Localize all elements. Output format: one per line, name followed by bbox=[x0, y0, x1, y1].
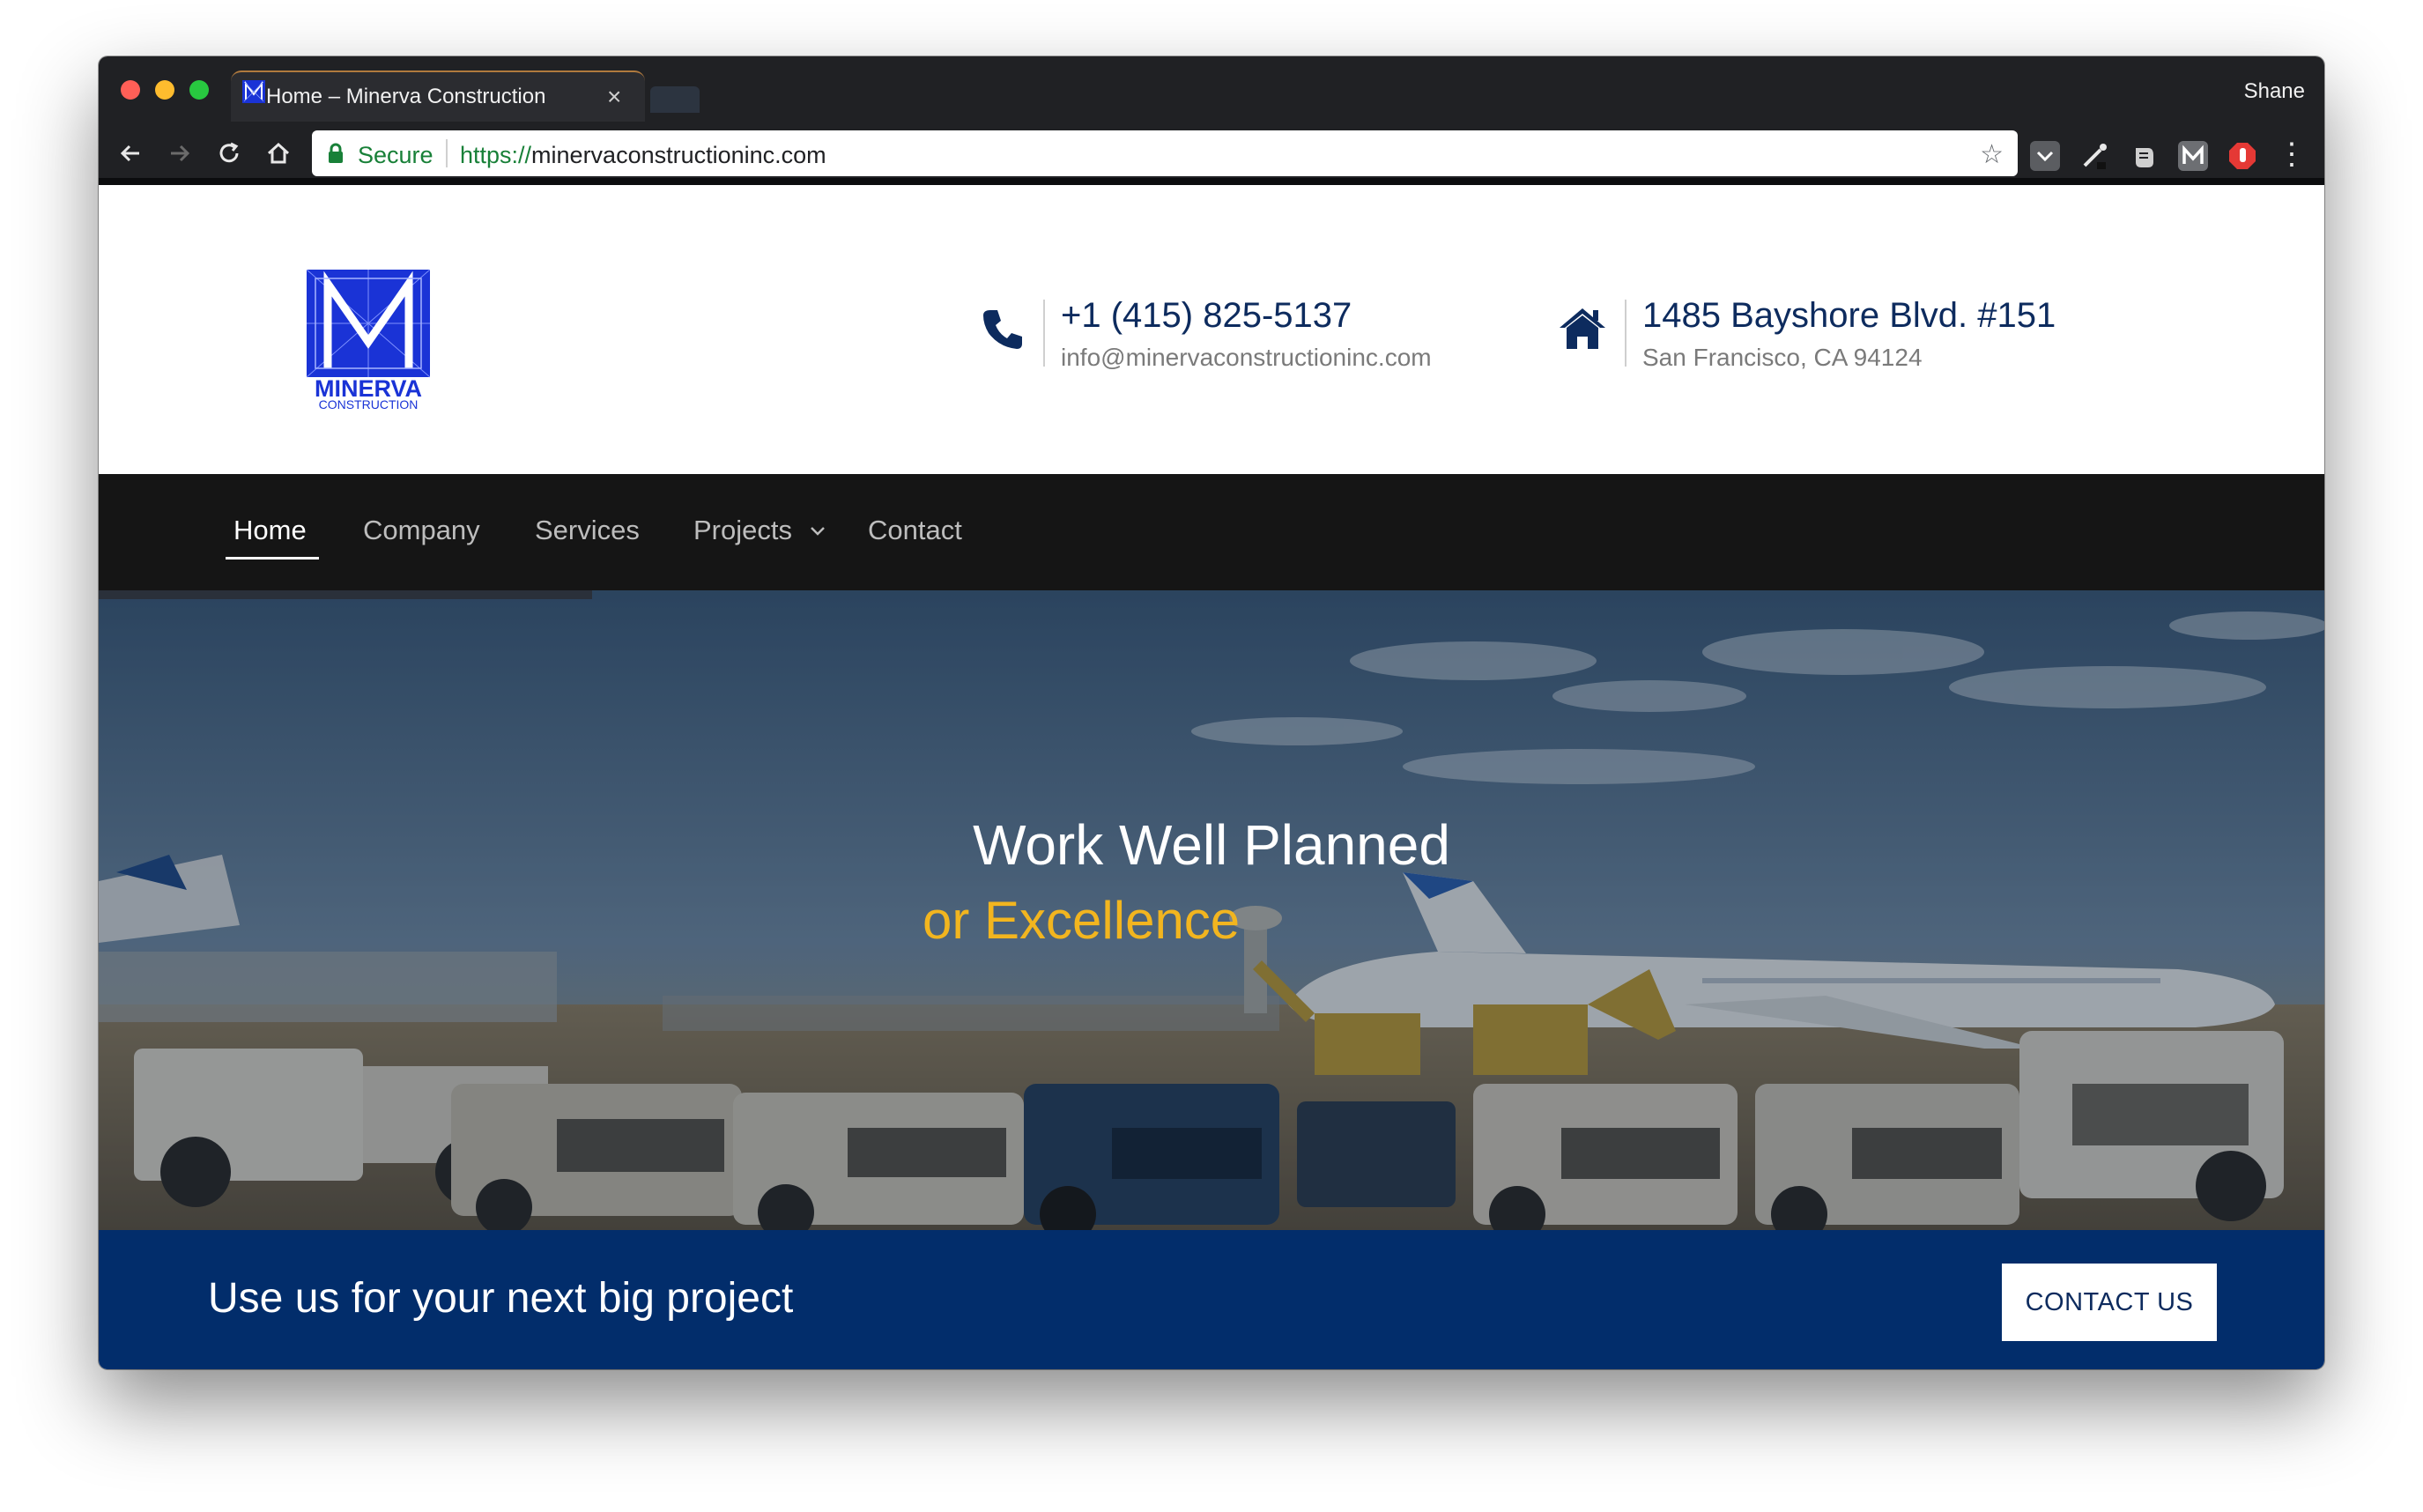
hero-title-text: Work Well Planned bbox=[973, 813, 1450, 877]
evernote-icon[interactable] bbox=[2129, 141, 2159, 171]
nav-contact[interactable]: Contact bbox=[868, 515, 962, 546]
phone-icon bbox=[983, 310, 1022, 349]
main-navigation: Home Company Services Projects Contact bbox=[99, 474, 2324, 590]
site-header: MINERVA CONSTRUCTION +1 (415) 825-5137 i… bbox=[99, 192, 2324, 474]
browser-window: Home – Minerva Construction × Shane Secu… bbox=[99, 56, 2324, 1369]
phone-divider bbox=[1043, 300, 1045, 367]
color-picker-icon[interactable] bbox=[2079, 141, 2109, 171]
email-address[interactable]: info@minervaconstructioninc.com bbox=[1061, 344, 1432, 372]
url-text[interactable]: https://minervaconstructioninc.com bbox=[460, 142, 826, 169]
reload-icon bbox=[219, 142, 239, 163]
minerva-logo[interactable]: MINERVA CONSTRUCTION bbox=[307, 270, 430, 411]
url-scheme: https:// bbox=[460, 142, 532, 168]
house-icon bbox=[267, 142, 290, 164]
chevron-down-icon[interactable] bbox=[809, 525, 826, 537]
hero-title: Work Well Planned bbox=[99, 812, 2324, 878]
hero-subtitle: or Excellence bbox=[923, 891, 1241, 950]
address-divider bbox=[1625, 300, 1626, 367]
logo-tagline: CONSTRUCTION bbox=[319, 397, 419, 411]
background-tab[interactable] bbox=[650, 86, 700, 113]
contact-us-button[interactable]: CONTACT US bbox=[2002, 1264, 2217, 1341]
minerva-favicon-icon bbox=[242, 80, 265, 103]
cta-text: Use us for your next big project bbox=[208, 1275, 794, 1322]
nav-services[interactable]: Services bbox=[535, 515, 640, 546]
forward-arrow-icon bbox=[171, 145, 190, 162]
reload-button[interactable] bbox=[210, 134, 248, 173]
home-icon bbox=[1560, 308, 1605, 349]
browser-toolbar: Secure https://minervaconstructioninc.co… bbox=[99, 122, 2324, 185]
nav-home[interactable]: Home bbox=[233, 515, 307, 546]
nav-projects[interactable]: Projects bbox=[693, 515, 792, 546]
lock-icon bbox=[329, 143, 343, 163]
tab-close-icon[interactable]: × bbox=[607, 83, 621, 111]
home-button[interactable] bbox=[259, 134, 298, 173]
desktop-stage: Home – Minerva Construction × Shane Secu… bbox=[0, 0, 2423, 1512]
phone-number[interactable]: +1 (415) 825-5137 bbox=[1061, 296, 1352, 336]
maximize-window-button[interactable] bbox=[189, 80, 209, 100]
url-host: minervaconstructioninc.com bbox=[531, 142, 826, 168]
browser-titlebar: Home – Minerva Construction × Shane bbox=[99, 56, 2324, 122]
address-line2: San Francisco, CA 94124 bbox=[1642, 344, 1923, 371]
nav-company[interactable]: Company bbox=[363, 515, 480, 546]
minimize-window-button[interactable] bbox=[155, 80, 174, 100]
bookmark-star-icon[interactable]: ☆ bbox=[1980, 139, 2004, 170]
back-arrow-icon bbox=[120, 145, 139, 162]
m-extension-icon[interactable] bbox=[2178, 141, 2208, 171]
close-window-button[interactable] bbox=[121, 80, 140, 100]
forward-button[interactable] bbox=[160, 134, 199, 173]
omnibox-divider bbox=[446, 139, 448, 167]
back-button[interactable] bbox=[111, 134, 150, 173]
profile-name[interactable]: Shane bbox=[2244, 79, 2305, 104]
hero-banner: Work Well Planned or Excellence bbox=[99, 590, 2324, 1230]
address-line1: 1485 Bayshore Blvd. #151 bbox=[1642, 296, 2056, 335]
pocket-icon[interactable] bbox=[2030, 141, 2060, 171]
adblock-icon[interactable] bbox=[2227, 141, 2257, 171]
tab-title: Home – Minerva Construction bbox=[266, 85, 546, 108]
web-page: MINERVA CONSTRUCTION +1 (415) 825-5137 i… bbox=[99, 192, 2324, 1369]
secure-label: Secure bbox=[358, 142, 433, 168]
browser-menu-icon[interactable]: ⋮ bbox=[2277, 139, 2307, 169]
cta-banner: Use us for your next big project CONTACT… bbox=[99, 1230, 2324, 1369]
address-bar[interactable]: Secure https://minervaconstructioninc.co… bbox=[312, 130, 2018, 176]
nav-active-indicator bbox=[226, 557, 319, 560]
